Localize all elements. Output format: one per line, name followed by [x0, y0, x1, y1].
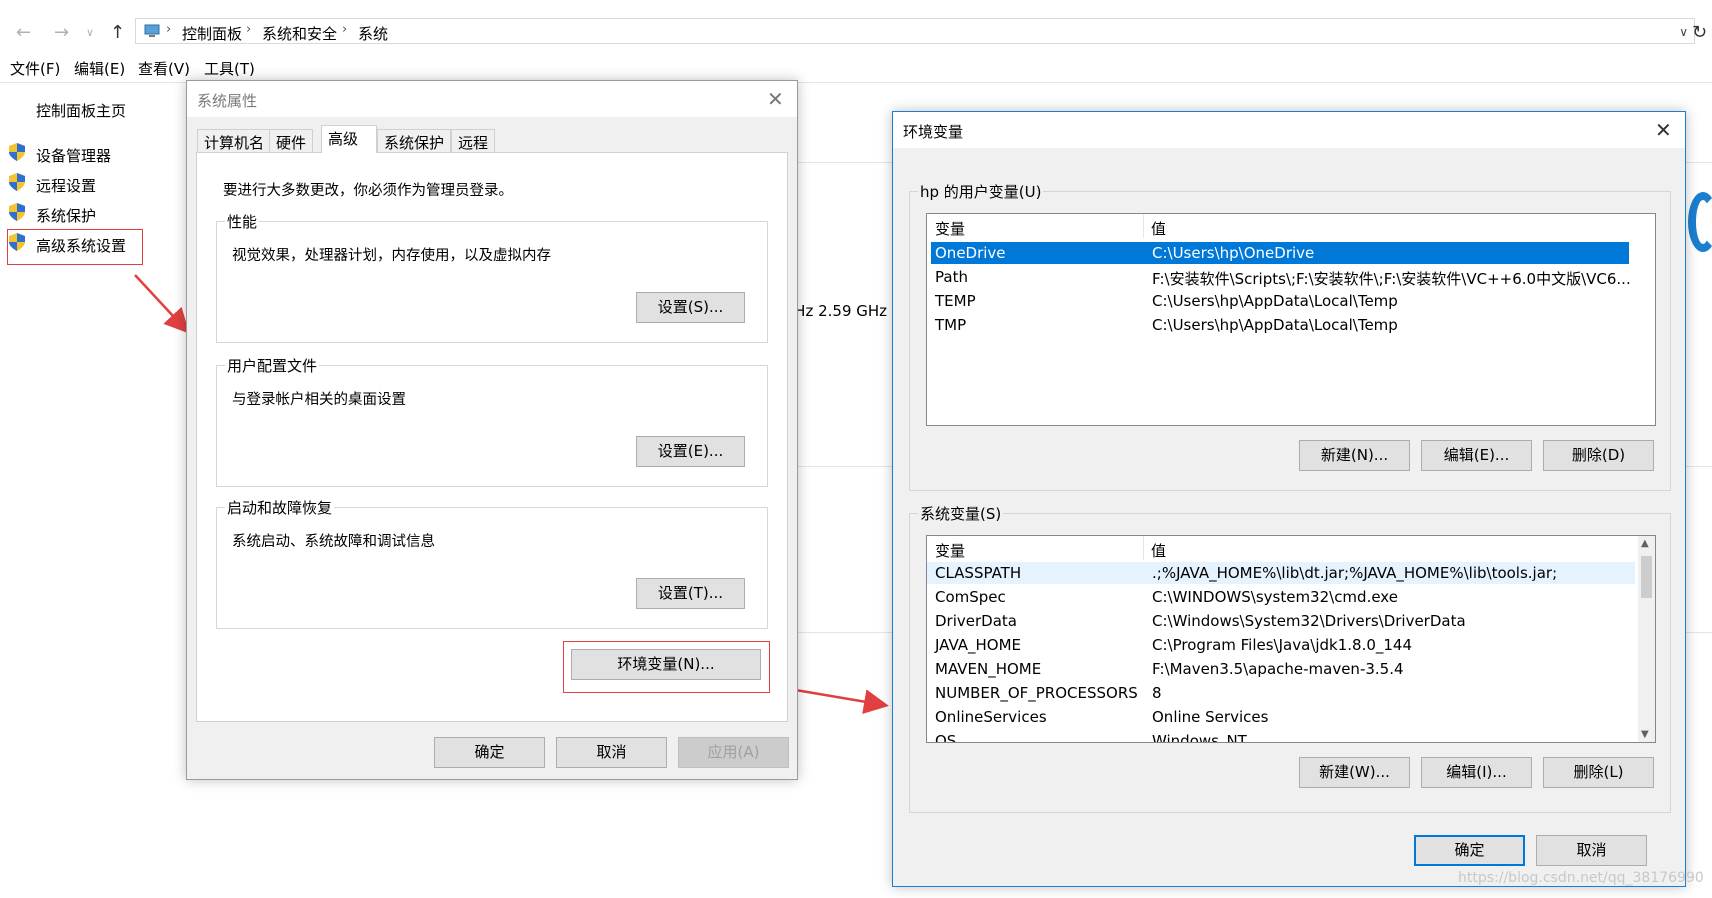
variable-name: NUMBER_OF_PROCESSORS	[935, 684, 1138, 702]
variable-name: OS	[935, 732, 957, 743]
scrollbar-thumb[interactable]	[1641, 556, 1652, 598]
user-profiles-settings-button[interactable]: 设置(E)...	[636, 436, 745, 467]
table-row[interactable]: TEMP C:\Users\hp\AppData\Local\Temp	[931, 290, 1629, 312]
variable-value: Windows_NT	[1152, 732, 1247, 743]
startup-recovery-desc: 系统启动、系统故障和调试信息	[232, 534, 435, 550]
ok-button[interactable]: 确定	[434, 737, 545, 768]
close-icon[interactable]: ✕	[1655, 118, 1672, 142]
list-header: 变量 值	[927, 536, 1655, 560]
startup-recovery-group: 启动和故障恢复 系统启动、系统故障和调试信息 设置(T)...	[216, 497, 768, 629]
variable-name: CLASSPATH	[935, 564, 1022, 582]
table-row[interactable]: OneDrive C:\Users\hp\OneDrive	[931, 242, 1629, 264]
table-row[interactable]: ComSpec C:\WINDOWS\system32\cmd.exe	[931, 586, 1629, 608]
table-row[interactable]: OnlineServices Online Services	[931, 706, 1629, 728]
variable-value: C:\WINDOWS\system32\cmd.exe	[1152, 588, 1398, 606]
edit-user-variable-button[interactable]: 编辑(E)...	[1421, 440, 1532, 471]
variable-name: DriverData	[935, 612, 1017, 630]
delete-user-variable-button[interactable]: 删除(D)	[1543, 440, 1654, 471]
variable-name: TMP	[935, 316, 967, 334]
table-row[interactable]: OS Windows_NT	[931, 730, 1629, 743]
variable-name: TEMP	[935, 292, 976, 310]
delete-system-variable-button[interactable]: 删除(L)	[1543, 757, 1654, 788]
table-row[interactable]: CLASSPATH .;%JAVA_HOME%\lib\dt.jar;%JAVA…	[927, 562, 1635, 584]
variable-value: C:\Users\hp\AppData\Local\Temp	[1152, 292, 1398, 310]
tab-advanced[interactable]: 高级	[321, 125, 377, 153]
watermark-text: https://blog.csdn.net/qq_38176990	[1458, 870, 1704, 886]
system-variables-title: 系统变量(S)	[918, 503, 1004, 524]
variable-name: Path	[935, 268, 968, 286]
variable-value: F:\Maven3.5\apache-maven-3.5.4	[1152, 660, 1404, 678]
chevron-down-icon[interactable]: ▼	[1641, 729, 1649, 740]
table-row[interactable]: MAVEN_HOME F:\Maven3.5\apache-maven-3.5.…	[931, 658, 1629, 680]
variable-name: OnlineServices	[935, 708, 1047, 726]
column-header-value[interactable]: 值	[1151, 540, 1166, 561]
performance-title: 性能	[225, 211, 260, 232]
variable-value: C:\Users\hp\AppData\Local\Temp	[1152, 316, 1398, 334]
dialog-title-bar: 系统属性 ✕	[187, 81, 797, 117]
user-profiles-title: 用户配置文件	[225, 355, 320, 376]
tab-system-protection[interactable]: 系统保护	[377, 129, 452, 153]
column-header-value[interactable]: 值	[1151, 218, 1166, 239]
close-icon[interactable]: ✕	[767, 87, 784, 111]
tab-remote[interactable]: 远程	[451, 129, 496, 153]
variable-name: MAVEN_HOME	[935, 660, 1042, 678]
variable-value: Online Services	[1152, 708, 1269, 726]
table-row[interactable]: Path F:\安装软件\Scripts\;F:\安装软件\;F:\安装软件\V…	[931, 266, 1631, 288]
dialog-title: 系统属性	[197, 92, 258, 110]
tab-hardware[interactable]: 硬件	[269, 129, 314, 153]
dialog-title: 环境变量	[903, 123, 964, 141]
performance-settings-button[interactable]: 设置(S)...	[636, 292, 745, 323]
variable-name: OneDrive	[935, 244, 1006, 262]
system-variables-list[interactable]: 变量 值 CLASSPATH .;%JAVA_HOME%\lib\dt.jar;…	[926, 535, 1656, 743]
column-header-variable[interactable]: 变量	[935, 218, 965, 239]
column-divider[interactable]	[1143, 214, 1144, 238]
ok-button[interactable]: 确定	[1414, 835, 1525, 866]
table-row[interactable]: NUMBER_OF_PROCESSORS 8	[931, 682, 1629, 704]
system-variables-group: 系统变量(S) 变量 值 CLASSPATH .;%JAVA_HOME%\lib…	[909, 503, 1671, 813]
user-profiles-group: 用户配置文件 与登录帐户相关的桌面设置 设置(E)...	[216, 355, 768, 487]
advanced-tab-panel: 要进行大多数更改，你必须作为管理员登录。 性能 视觉效果，处理器计划，内存使用，…	[196, 152, 788, 722]
variable-value: .;%JAVA_HOME%\lib\dt.jar;%JAVA_HOME%\lib…	[1152, 564, 1558, 582]
vertical-scrollbar[interactable]: ▲ ▼	[1638, 536, 1655, 742]
startup-recovery-title: 启动和故障恢复	[225, 497, 335, 518]
edit-system-variable-button[interactable]: 编辑(I)...	[1421, 757, 1532, 788]
user-variables-title: hp 的用户变量(U)	[918, 181, 1044, 202]
table-row[interactable]: JAVA_HOME C:\Program Files\Java\jdk1.8.0…	[931, 634, 1629, 656]
variable-value: F:\安装软件\Scripts\;F:\安装软件\;F:\安装软件\VC++6.…	[1152, 270, 1631, 288]
variable-value: C:\Users\hp\OneDrive	[1152, 244, 1315, 262]
red-arrow	[134, 274, 190, 334]
user-profiles-desc: 与登录帐户相关的桌面设置	[232, 392, 406, 408]
variable-name: JAVA_HOME	[935, 636, 1022, 654]
variable-value: 8	[1152, 684, 1162, 702]
variable-value: C:\Windows\System32\Drivers\DriverData	[1152, 612, 1466, 630]
new-user-variable-button[interactable]: 新建(N)...	[1299, 440, 1410, 471]
dialog-title-bar: 环境变量 ✕	[893, 112, 1685, 148]
list-header: 变量 值	[927, 214, 1655, 238]
variable-name: ComSpec	[935, 588, 1006, 606]
new-system-variable-button[interactable]: 新建(W)...	[1299, 757, 1410, 788]
user-variables-group: hp 的用户变量(U) 变量 值 OneDrive C:\Users\hp\On…	[909, 181, 1671, 491]
apply-button[interactable]: 应用(A)	[678, 737, 789, 768]
admin-note: 要进行大多数更改，你必须作为管理员登录。	[223, 183, 513, 199]
tab-computer-name[interactable]: 计算机名	[197, 129, 272, 153]
chevron-up-icon[interactable]: ▲	[1641, 538, 1649, 549]
cancel-button[interactable]: 取消	[556, 737, 667, 768]
environment-variables-button[interactable]: 环境变量(N)...	[571, 649, 761, 680]
column-header-variable[interactable]: 变量	[935, 540, 965, 561]
environment-variables-dialog: 环境变量 ✕ hp 的用户变量(U) 变量 值 OneDrive C:\User…	[892, 111, 1686, 887]
user-variables-list[interactable]: 变量 值 OneDrive C:\Users\hp\OneDrive Path …	[926, 213, 1656, 426]
table-row[interactable]: TMP C:\Users\hp\AppData\Local\Temp	[931, 314, 1629, 336]
column-divider[interactable]	[1143, 536, 1144, 560]
system-properties-dialog: 系统属性 ✕ 计算机名 硬件 高级 系统保护 远程 要进行大多数更改，你必须作为…	[186, 80, 798, 780]
performance-desc: 视觉效果，处理器计划，内存使用，以及虚拟内存	[232, 248, 551, 264]
variable-value: C:\Program Files\Java\jdk1.8.0_144	[1152, 636, 1413, 654]
table-row[interactable]: DriverData C:\Windows\System32\Drivers\D…	[931, 610, 1629, 632]
performance-group: 性能 视觉效果，处理器计划，内存使用，以及虚拟内存 设置(S)...	[216, 211, 768, 343]
cancel-button[interactable]: 取消	[1536, 835, 1647, 866]
startup-recovery-settings-button[interactable]: 设置(T)...	[636, 578, 745, 609]
